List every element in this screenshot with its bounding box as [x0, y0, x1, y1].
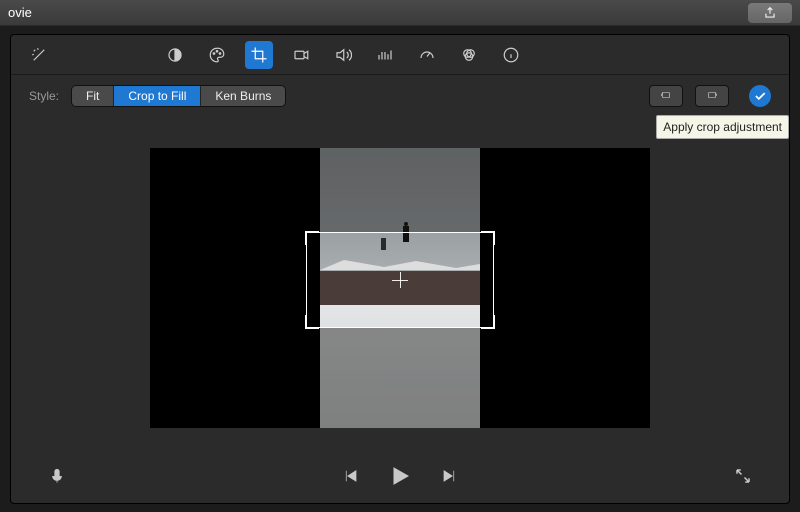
inspector-toolbar [11, 35, 789, 75]
info-icon[interactable] [497, 41, 525, 69]
previous-frame-button[interactable] [334, 460, 366, 492]
crop-handle-tr[interactable] [481, 231, 495, 245]
speedometer-icon[interactable] [413, 41, 441, 69]
microphone-icon[interactable] [41, 460, 73, 492]
style-label: Style: [29, 89, 59, 103]
window-title: ovie [8, 5, 32, 20]
crop-center-cross [400, 272, 401, 288]
rotate-ccw-button[interactable] [649, 85, 683, 107]
share-button[interactable] [748, 3, 792, 23]
preview-area [11, 117, 789, 455]
next-frame-button[interactable] [434, 460, 466, 492]
style-option-fit[interactable]: Fit [72, 86, 114, 106]
fullscreen-button[interactable] [727, 460, 759, 492]
volume-icon[interactable] [329, 41, 357, 69]
video-preview[interactable] [150, 148, 650, 428]
style-segmented-control: Fit Crop to Fill Ken Burns [71, 85, 286, 107]
play-button[interactable] [384, 460, 416, 492]
contrast-icon[interactable] [161, 41, 189, 69]
crop-style-row: Style: Fit Crop to Fill Ken Burns Apply … [11, 75, 789, 117]
crop-handle-bl[interactable] [305, 315, 319, 329]
magic-wand-icon[interactable] [25, 41, 53, 69]
apply-crop-button[interactable] [749, 85, 771, 107]
style-option-crop-to-fill[interactable]: Crop to Fill [114, 86, 201, 106]
camera-icon[interactable] [287, 41, 315, 69]
palette-icon[interactable] [203, 41, 231, 69]
editor-panel: Style: Fit Crop to Fill Ken Burns Apply … [10, 34, 790, 504]
playback-bar [11, 455, 789, 503]
rotate-cw-button[interactable] [695, 85, 729, 107]
apply-crop-tooltip: Apply crop adjustment [656, 115, 789, 139]
crop-rectangle[interactable] [306, 232, 494, 328]
color-balance-icon[interactable] [455, 41, 483, 69]
crop-icon[interactable] [245, 41, 273, 69]
equalizer-icon[interactable] [371, 41, 399, 69]
crop-handle-br[interactable] [481, 315, 495, 329]
crop-handle-tl[interactable] [305, 231, 319, 245]
titlebar: ovie [0, 0, 800, 26]
style-option-ken-burns[interactable]: Ken Burns [201, 86, 285, 106]
